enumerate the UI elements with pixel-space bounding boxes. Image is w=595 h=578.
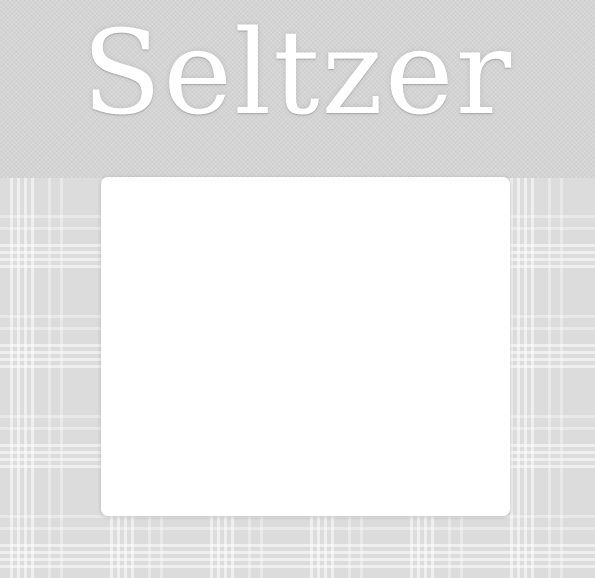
site-header: Seltzer — [0, 0, 595, 178]
content-panel — [101, 177, 510, 516]
site-title[interactable]: Seltzer — [0, 16, 595, 132]
